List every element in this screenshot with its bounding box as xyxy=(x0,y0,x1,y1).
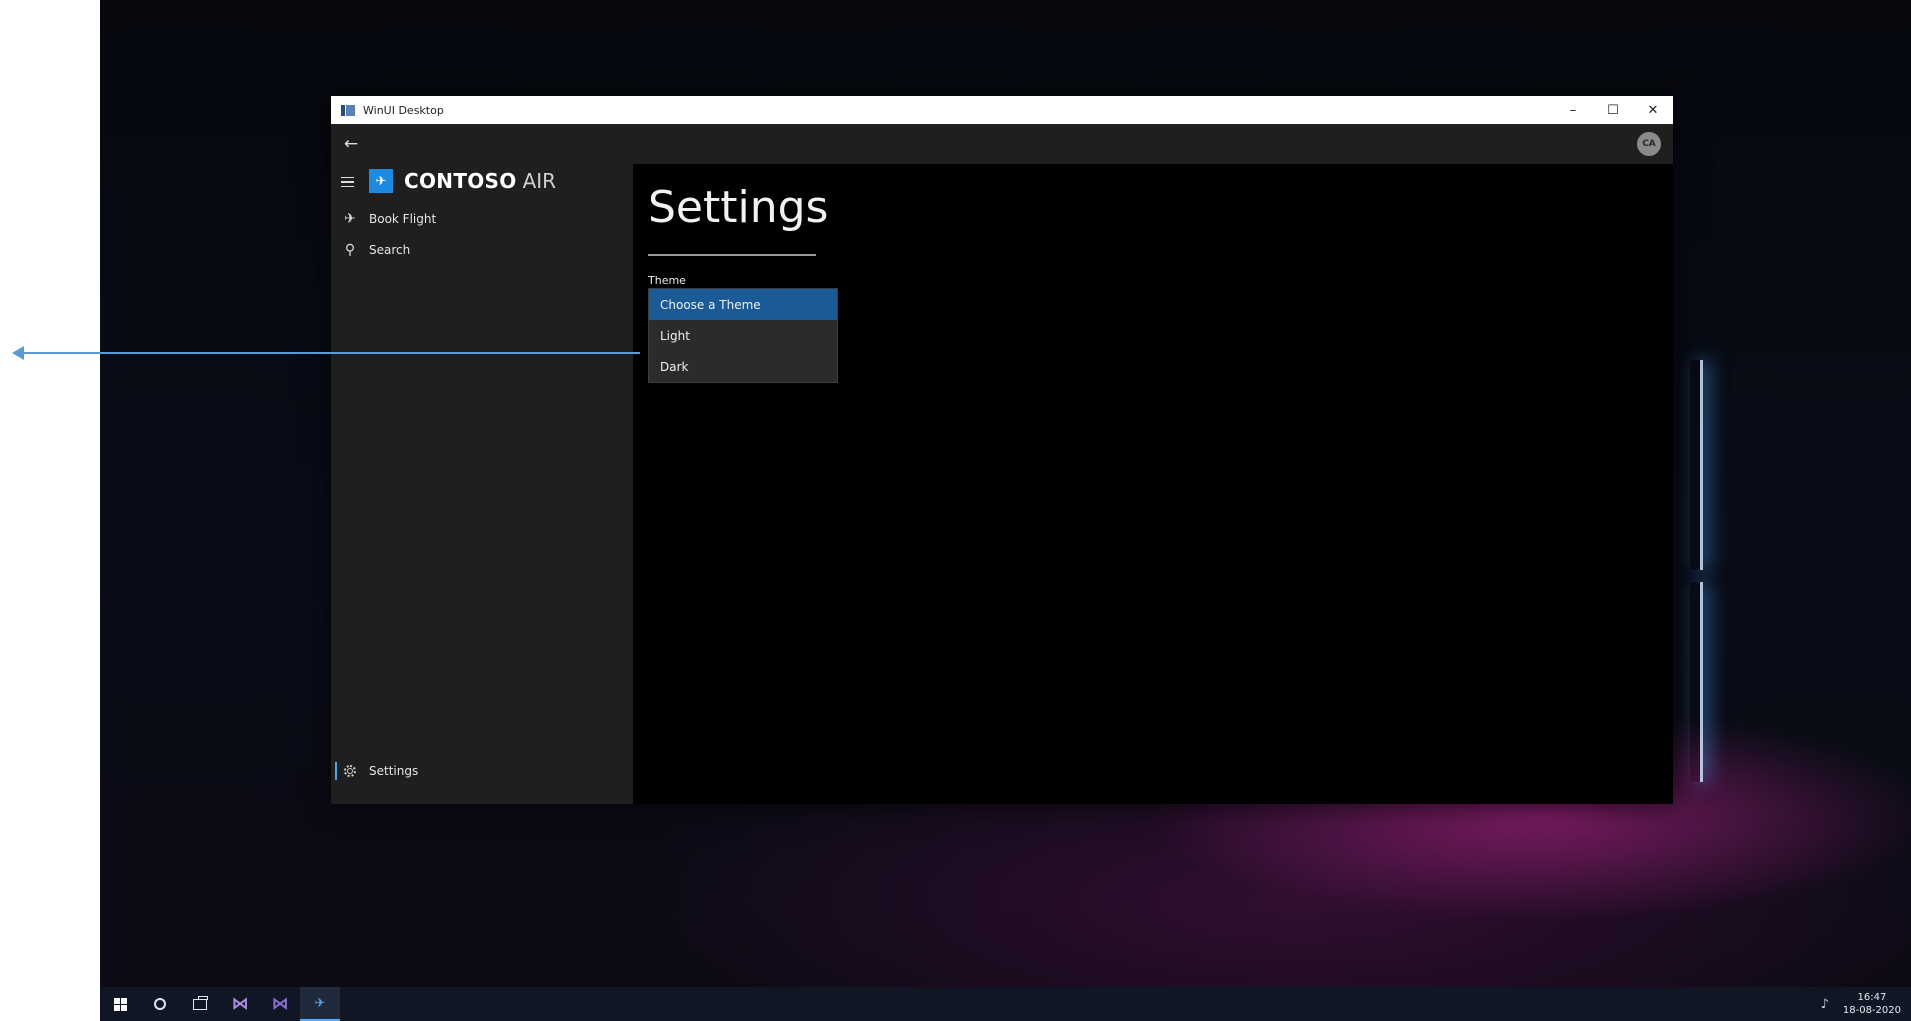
taskbar: ⋈ ⋈ ✈ ♪ 16:47 18-08-2020 xyxy=(100,987,1911,1021)
brand-header: ✈ CONTOSO AIR xyxy=(369,169,556,193)
plane-logo-glyph: ✈ xyxy=(375,173,387,189)
theme-label: Theme xyxy=(648,274,686,287)
annotation-arrow-head xyxy=(12,346,24,360)
nav-item-settings[interactable]: Settings xyxy=(331,754,633,788)
selection-indicator xyxy=(335,762,337,780)
hamburger-icon xyxy=(341,185,354,188)
search-icon: ⚲ xyxy=(344,242,356,258)
app-window: WinUI Desktop – ☐ ✕ ← CA ✈ CONTOSO AIR ✈… xyxy=(331,96,1673,804)
cortana-circle-icon xyxy=(154,998,166,1010)
maximize-icon: ☐ xyxy=(1607,102,1619,118)
hamburger-icon xyxy=(341,181,354,183)
minimize-button[interactable]: – xyxy=(1553,96,1593,124)
wallpaper-logo-panel xyxy=(1690,360,1703,570)
visual-studio-preview-icon: ⋈ xyxy=(271,994,289,1014)
brand-name: CONTOSO xyxy=(404,169,517,193)
theme-dropdown-list[interactable]: Choose a Theme Light Dark xyxy=(648,288,838,383)
avatar-initials: CA xyxy=(1642,139,1656,149)
wallpaper-logo-panel xyxy=(1690,582,1703,782)
app-window-icon xyxy=(341,104,355,116)
clock[interactable]: 16:47 18-08-2020 xyxy=(1843,991,1901,1017)
start-button[interactable] xyxy=(100,987,140,1021)
plane-icon: ✈ xyxy=(314,995,326,1011)
clock-date: 18-08-2020 xyxy=(1842,1005,1901,1016)
gear-icon xyxy=(339,765,361,777)
brand-suffix: AIR xyxy=(522,169,557,193)
theme-option-dark[interactable]: Dark xyxy=(649,351,837,382)
taskbar-visual-studio-1[interactable]: ⋈ xyxy=(220,987,260,1021)
nav-item-search[interactable]: ⚲ Search xyxy=(331,233,633,267)
hamburger-icon xyxy=(341,176,354,179)
nav-item-label: Search xyxy=(369,243,411,257)
minimize-icon: – xyxy=(1569,102,1577,118)
cortana-button[interactable] xyxy=(140,987,180,1021)
tray-pen-icon[interactable]: ♪ xyxy=(1821,997,1829,1012)
settings-page: Settings Theme Choose a Theme Light Dark xyxy=(633,164,1673,804)
avatar[interactable]: CA xyxy=(1637,132,1661,156)
plane-logo-icon: ✈ xyxy=(369,169,393,193)
nav-item-book-flight[interactable]: ✈ Book Flight xyxy=(331,202,633,236)
theme-option-light[interactable]: Light xyxy=(649,320,837,351)
page-title: Settings xyxy=(648,182,829,233)
gear-icon-shape xyxy=(344,765,356,777)
hamburger-menu-button[interactable] xyxy=(341,170,363,194)
window-title: WinUI Desktop xyxy=(363,103,444,117)
maximize-button[interactable]: ☐ xyxy=(1593,96,1633,124)
app-topbar: ← CA xyxy=(331,124,1673,164)
taskbar-contoso-air[interactable]: ✈ xyxy=(300,987,340,1021)
system-tray: ♪ 16:47 18-08-2020 xyxy=(1821,987,1911,1021)
nav-item-label: Settings xyxy=(369,764,419,778)
window-titlebar[interactable]: WinUI Desktop – ☐ ✕ xyxy=(331,96,1673,124)
back-button[interactable]: ← xyxy=(337,130,365,158)
taskbar-visual-studio-2[interactable]: ⋈ xyxy=(260,987,300,1021)
clock-time: 16:47 xyxy=(1857,992,1887,1003)
annotation-arrow-line xyxy=(20,352,640,354)
close-icon: ✕ xyxy=(1647,102,1659,118)
nav-item-label: Book Flight xyxy=(369,212,437,226)
close-button[interactable]: ✕ xyxy=(1633,96,1673,124)
windows-logo-icon xyxy=(113,997,127,1011)
back-arrow-icon: ← xyxy=(343,134,359,154)
theme-option-choose[interactable]: Choose a Theme xyxy=(649,289,837,320)
visual-studio-icon: ⋈ xyxy=(231,994,249,1014)
caption-buttons: – ☐ ✕ xyxy=(1553,96,1673,124)
navigation-pane: ✈ CONTOSO AIR ✈ Book Flight ⚲ Search Set… xyxy=(331,164,633,804)
task-view-button[interactable] xyxy=(180,987,220,1021)
task-view-icon xyxy=(193,995,208,1010)
title-underline xyxy=(648,254,816,256)
airplane-icon: ✈ xyxy=(344,211,356,227)
